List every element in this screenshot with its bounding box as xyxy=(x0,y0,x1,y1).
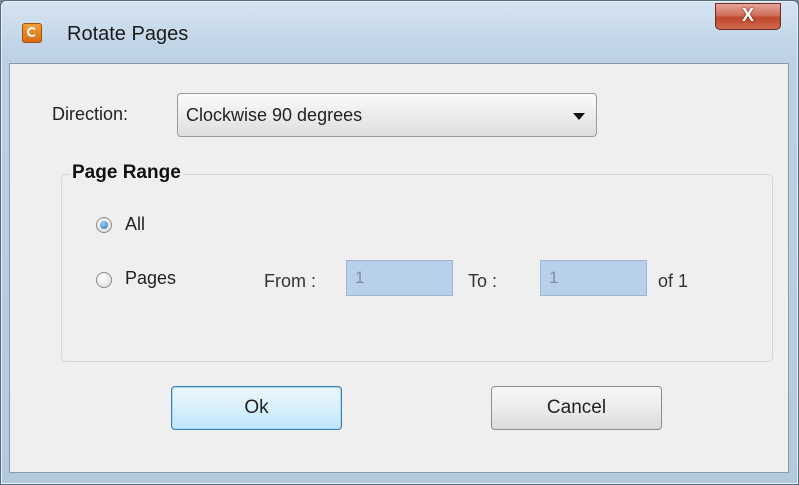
direction-label: Direction: xyxy=(52,104,129,124)
radio-all[interactable] xyxy=(96,217,112,233)
rotate-pages-dialog: Rotate Pages X Direction: Clockwise 90 d… xyxy=(0,0,799,485)
to-page-input[interactable]: 1 xyxy=(540,260,647,296)
from-page-input[interactable]: 1 xyxy=(346,260,453,296)
window-title: Rotate Pages xyxy=(67,23,189,45)
radio-pages-label[interactable]: Pages xyxy=(125,268,176,289)
direction-selected-value: Clockwise 90 degrees xyxy=(186,105,363,125)
close-button[interactable]: X xyxy=(715,3,781,30)
page-count-label: of 1 xyxy=(658,271,689,291)
direction-dropdown[interactable]: Clockwise 90 degrees xyxy=(177,93,597,137)
chevron-down-icon xyxy=(573,113,585,120)
radio-pages[interactable] xyxy=(96,272,112,288)
dialog-body: Direction: Clockwise 90 degrees Page Ran… xyxy=(9,63,789,473)
from-label: From : xyxy=(264,271,316,291)
page-range-title: Page Range xyxy=(70,162,183,184)
title-bar[interactable]: Rotate Pages X xyxy=(1,1,798,65)
radio-all-label[interactable]: All xyxy=(125,214,145,235)
cancel-button[interactable]: Cancel xyxy=(491,386,662,430)
app-logo-icon xyxy=(22,23,42,43)
to-label: To : xyxy=(468,271,498,291)
close-icon: X xyxy=(741,5,754,25)
ok-button[interactable]: Ok xyxy=(171,386,342,430)
